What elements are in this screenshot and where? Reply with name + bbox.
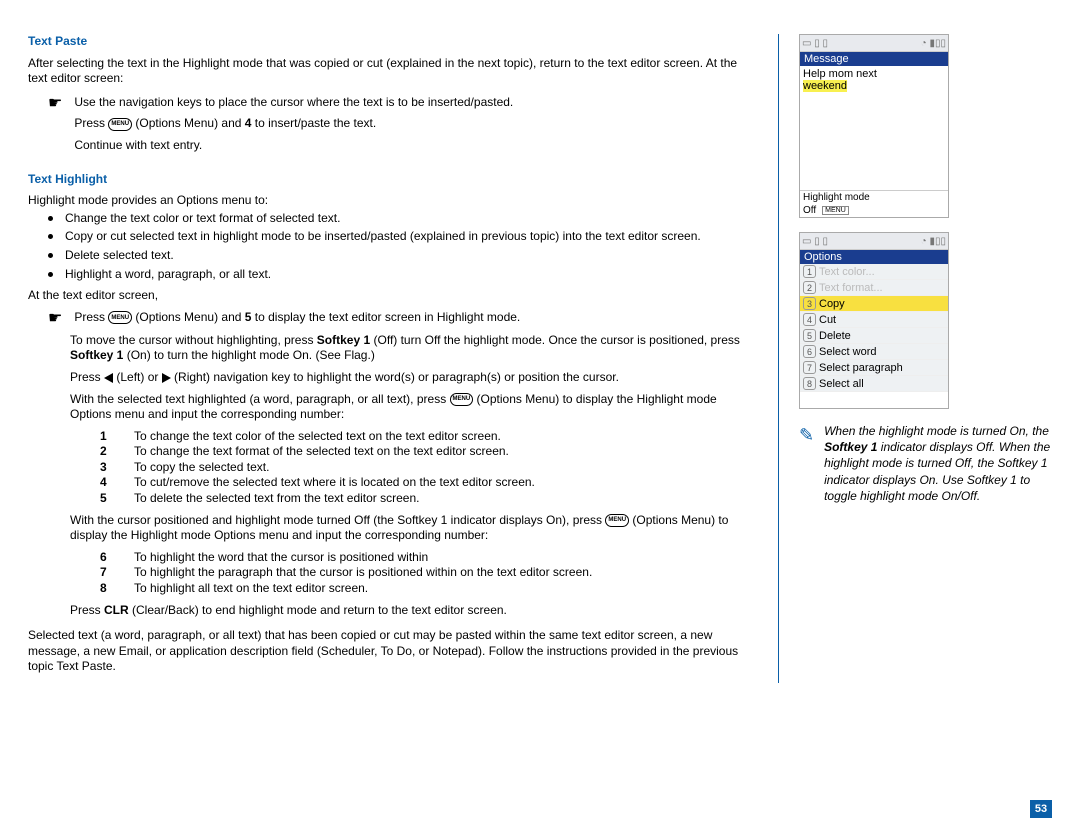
- option-row: 2Text format...: [800, 280, 948, 296]
- paste-intro: After selecting the text in the Highligh…: [28, 56, 758, 87]
- hl-step-2: To move the cursor without highlighting,…: [28, 333, 758, 364]
- menu-button-icon: MENU: [450, 393, 474, 406]
- hl-step-3: Press (Left) or (Right) navigation key t…: [28, 370, 758, 386]
- highlighted-text: weekend: [803, 80, 847, 92]
- hl-bullet-3: Delete selected text.: [65, 248, 174, 264]
- left-arrow-icon: [104, 373, 113, 383]
- status-bar: ▭ ▯ ▯◔ ▮▯▯: [800, 233, 948, 250]
- option-row: 4Cut: [800, 312, 948, 328]
- softkey-menu: MENU: [822, 206, 849, 215]
- option-row: 8Select all: [800, 376, 948, 392]
- pointer-icon: ☛: [48, 310, 62, 327]
- phone-title: Options: [800, 250, 948, 264]
- num-list-2: 6To highlight the word that the cursor i…: [28, 550, 758, 597]
- softkey-off: Off: [803, 205, 816, 216]
- sidebar: ▭ ▯ ▯◔ ▮▯▯ Message Help mom next weekend…: [778, 34, 1052, 683]
- menu-button-icon: MENU: [108, 118, 132, 131]
- options-list: 1Text color...2Text format...3Copy4Cut5D…: [800, 264, 948, 392]
- main-content: Text Paste After selecting the text in t…: [28, 34, 758, 683]
- hl-step-6: Press CLR (Clear/Back) to end highlight …: [28, 603, 758, 619]
- phone-softkeys: Off MENU: [800, 204, 948, 217]
- menu-button-icon: MENU: [108, 311, 132, 324]
- option-row: 6Select word: [800, 344, 948, 360]
- paste-step-2: Press MENU (Options Menu) and 4 to inser…: [74, 116, 513, 132]
- num-list-1: 1To change the text color of the selecte…: [28, 429, 758, 507]
- phone-body: Help mom next weekend: [800, 66, 948, 190]
- hl-bullet-1: Change the text color or text format of …: [65, 211, 340, 227]
- at-editor: At the text editor screen,: [28, 288, 758, 304]
- page-number: 53: [1030, 800, 1052, 818]
- hl-bullet-4: Highlight a word, paragraph, or all text…: [65, 267, 271, 283]
- pointer-icon: ☛: [48, 95, 62, 154]
- option-row: 5Delete: [800, 328, 948, 344]
- option-row: 1Text color...: [800, 264, 948, 280]
- outro: Selected text (a word, paragraph, or all…: [28, 628, 758, 675]
- phone-title: Message: [800, 52, 948, 66]
- mode-label: Highlight mode: [800, 190, 948, 204]
- heading-text-highlight: Text Highlight: [28, 172, 758, 188]
- status-bar: ▭ ▯ ▯◔ ▮▯▯: [800, 35, 948, 52]
- right-arrow-icon: [162, 373, 171, 383]
- note: ✎ When the highlight mode is turned On, …: [799, 423, 1052, 504]
- menu-button-icon: MENU: [605, 514, 629, 527]
- option-row: 3Copy: [800, 296, 948, 312]
- hl-bullet-2: Copy or cut selected text in highlight m…: [65, 229, 701, 245]
- phone-screenshot-2: ▭ ▯ ▯◔ ▮▯▯ Options 1Text color...2Text f…: [799, 232, 949, 409]
- phone-screenshot-1: ▭ ▯ ▯◔ ▮▯▯ Message Help mom next weekend…: [799, 34, 949, 218]
- hl-step-4: With the selected text highlighted (a wo…: [28, 392, 758, 423]
- paste-step-3: Continue with text entry.: [74, 138, 513, 154]
- option-row: 7Select paragraph: [800, 360, 948, 376]
- note-icon: ✎: [799, 423, 814, 504]
- heading-text-paste: Text Paste: [28, 34, 758, 50]
- highlight-intro: Highlight mode provides an Options menu …: [28, 193, 758, 209]
- hl-step-5: With the cursor positioned and highlight…: [28, 513, 758, 544]
- paste-step-1: Use the navigation keys to place the cur…: [74, 95, 513, 111]
- hl-step-1: Press MENU (Options Menu) and 5 to displ…: [74, 310, 520, 327]
